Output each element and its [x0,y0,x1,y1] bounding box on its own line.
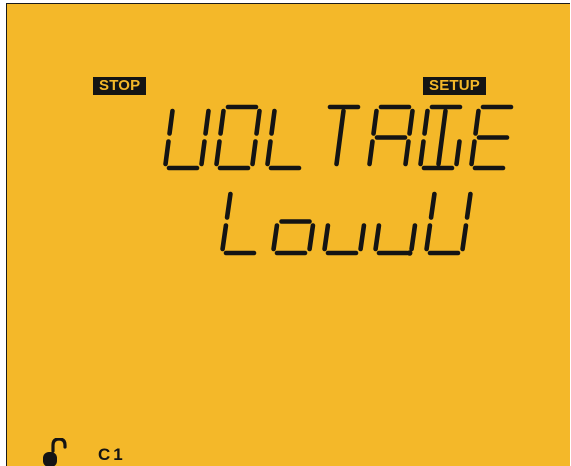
digit-segment [250,139,258,167]
digit-segment [422,108,430,136]
digit-segment [428,191,437,220]
digit-segment [265,139,273,167]
digit-segment [469,139,477,167]
digit-segment [254,108,262,136]
digit-segment [407,108,415,136]
lcd-display: STOP SETUP UOLTAGE Louu.U C1 [6,3,570,466]
digit-segment [373,223,382,252]
digit-segment [403,139,411,167]
digit-segment [220,223,229,252]
decimal-point-segment [406,250,413,256]
digit-segment [409,223,418,252]
digit-segment [167,108,175,136]
digit-segment [454,139,462,167]
digit-segment [424,223,433,252]
digit-segment [460,223,469,252]
digit-segment [307,223,316,252]
digit-segment [199,139,207,167]
digit-segment [418,139,426,167]
digit-segment [203,108,211,136]
digit-segment [464,191,473,220]
digit-segment [334,108,346,167]
digit-segment [224,191,233,220]
digit-segment [322,223,331,252]
digit-segment [218,108,226,136]
digit-segment [271,223,280,252]
seven-segment-readout [163,104,514,256]
open-padlock-icon [43,438,67,466]
digit-segment [473,108,481,136]
digit-segment [163,139,171,167]
digit-segment [358,223,367,252]
digit-segment [367,139,375,167]
digit-segment [214,139,222,167]
digit-segment [371,108,379,136]
digit-segment [436,108,448,167]
digit-segment [269,108,277,136]
channel-label: C1 [98,445,126,464]
